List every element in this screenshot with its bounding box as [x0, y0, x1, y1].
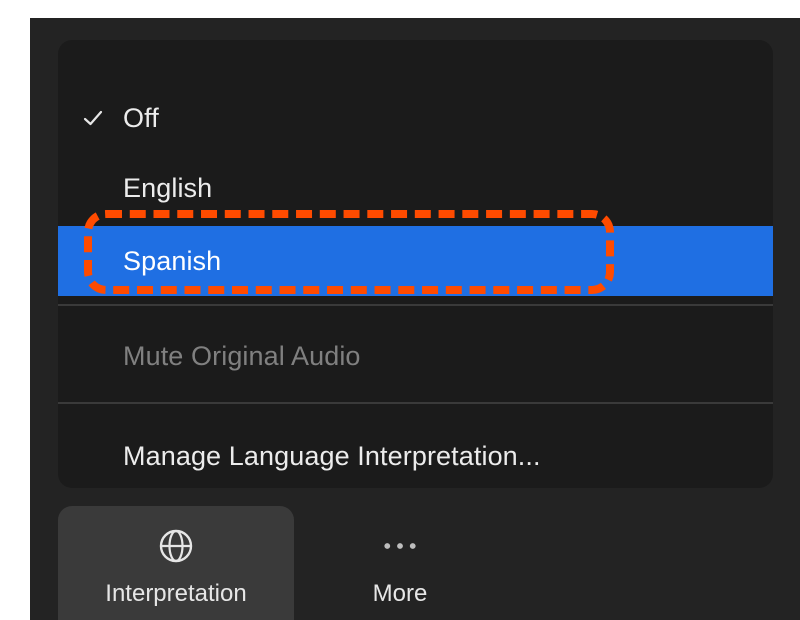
more-button[interactable]: More	[320, 506, 480, 620]
menu-item-english[interactable]: English	[58, 158, 773, 218]
menu-item-manage-language-interpretation[interactable]: Manage Language Interpretation...	[58, 426, 773, 486]
menu-item-label: Spanish	[123, 245, 222, 276]
interpretation-menu: Off English Spanish Mute Original Audio …	[58, 40, 773, 488]
menu-item-label: Mute Original Audio	[123, 340, 361, 371]
menu-divider	[58, 304, 773, 306]
menu-item-label: English	[123, 172, 213, 203]
interpretation-label: Interpretation	[105, 580, 247, 607]
checkmark-icon	[83, 110, 103, 126]
menu-item-off[interactable]: Off	[58, 88, 773, 148]
ellipsis-icon	[380, 526, 420, 566]
globe-icon	[156, 526, 196, 566]
menu-item-label: Off	[123, 102, 159, 133]
menu-divider	[58, 402, 773, 404]
menu-item-label: Manage Language Interpretation...	[123, 440, 541, 471]
menu-item-mute-original-audio[interactable]: Mute Original Audio	[58, 326, 773, 386]
more-label: More	[372, 580, 428, 607]
meeting-window: Off English Spanish Mute Original Audio …	[30, 18, 800, 620]
menu-item-spanish[interactable]: Spanish	[58, 226, 773, 296]
interpretation-button[interactable]: Interpretation	[58, 506, 294, 620]
